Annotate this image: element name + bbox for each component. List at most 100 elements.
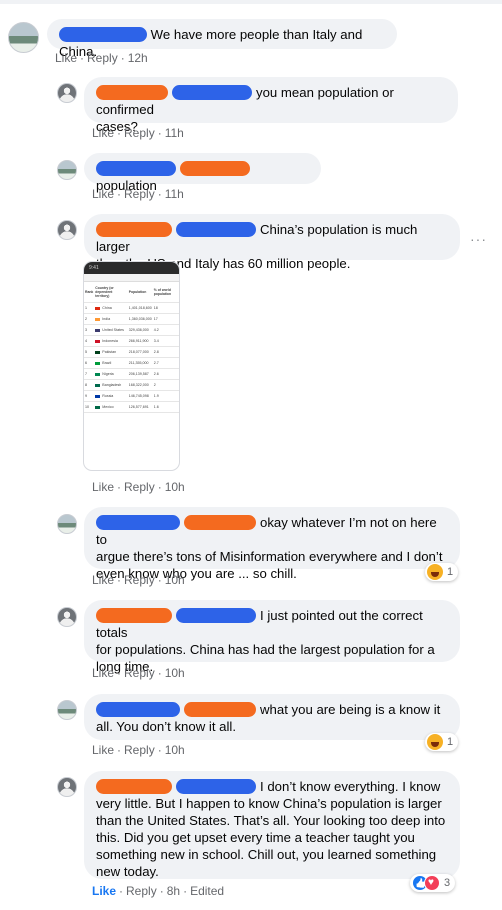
comment-actions: Like · Reply · 12h — [55, 51, 148, 65]
country-cell: Indonesia — [94, 335, 128, 347]
avatar[interactable] — [57, 607, 77, 627]
country-cell: United States — [94, 324, 128, 336]
country-name: Nigeria — [102, 372, 114, 376]
redacted-name[interactable] — [96, 702, 180, 717]
avatar[interactable] — [57, 700, 77, 720]
comment-text: I don’t know everything. I know very lit… — [96, 779, 446, 879]
comment-bubble: okay whatever I’m not on here to argue t… — [84, 507, 460, 581]
comment-actions: Like · Reply · 10h — [92, 666, 185, 680]
table-row: 4 Indonesia 266,911,900 3.4 — [84, 335, 179, 347]
like-button[interactable]: Like — [92, 884, 116, 898]
like-button[interactable]: Like — [92, 187, 114, 201]
country-cell: India — [94, 313, 128, 325]
reply-button[interactable]: Reply — [124, 743, 155, 757]
country-name: Pakistan — [102, 350, 117, 354]
redacted-name[interactable] — [176, 608, 256, 623]
population-cell: 126,577,691 — [127, 401, 153, 413]
redacted-name[interactable] — [180, 161, 250, 176]
rank-cell: 10 — [84, 401, 95, 413]
country-name: Bangladesh — [102, 383, 122, 387]
redacted-name[interactable] — [184, 515, 256, 530]
table-row: 10 Mexico 126,577,691 1.6 — [84, 401, 179, 413]
more-horizontal-icon[interactable]: ··· — [470, 231, 487, 247]
like-button[interactable]: Like — [92, 573, 114, 587]
population-table: Rank Country (or dependent territory) Po… — [84, 282, 179, 413]
timestamp[interactable]: 12h — [128, 51, 148, 65]
timestamp[interactable]: 10h — [165, 573, 185, 587]
comment-bubble: China’s population is much larger than t… — [84, 214, 460, 271]
like-button[interactable]: Like — [92, 743, 114, 757]
country-name: Russia — [102, 394, 114, 398]
haha-reaction-icon — [427, 564, 443, 580]
previous-comment-edge — [0, 0, 502, 4]
percent-cell: 2.8 — [152, 346, 179, 358]
table-header: Country (or dependent territory) — [94, 282, 128, 303]
browser-address-bar — [84, 274, 179, 282]
redacted-name[interactable] — [96, 161, 176, 176]
population-cell: 218,077,000 — [127, 346, 153, 358]
redacted-name[interactable] — [96, 222, 172, 237]
table-row: 3 United States 329,436,000 4.2 — [84, 324, 179, 336]
avatar[interactable] — [57, 83, 77, 103]
redacted-name[interactable] — [96, 608, 172, 623]
table-row: 5 Pakistan 218,077,000 2.8 — [84, 346, 179, 358]
reply-button[interactable]: Reply — [87, 51, 118, 65]
percent-cell: 2 — [152, 379, 179, 391]
timestamp[interactable]: 8h — [167, 884, 180, 898]
reply-button[interactable]: Reply — [124, 573, 155, 587]
avatar[interactable] — [57, 514, 77, 534]
like-button[interactable]: Like — [55, 51, 77, 65]
table-header: Population — [127, 282, 153, 303]
comment-actions: Like · Reply · 10h — [92, 573, 185, 587]
reply-button[interactable]: Reply — [124, 126, 155, 140]
flag-icon — [95, 317, 101, 321]
reply-button[interactable]: Reply — [124, 480, 155, 494]
avatar[interactable] — [57, 220, 77, 240]
avatar[interactable] — [57, 777, 77, 797]
redacted-name[interactable] — [172, 85, 252, 100]
redacted-name[interactable] — [96, 779, 172, 794]
comment-actions: Like · Reply · 11h — [92, 187, 184, 201]
reaction-summary[interactable]: 3 — [410, 874, 456, 892]
country-name: United States — [102, 328, 124, 332]
rank-cell: 1 — [84, 302, 95, 314]
flag-icon — [95, 394, 101, 398]
table-header: % of world population — [152, 282, 179, 303]
table-row: 7 Nigeria 206,139,587 2.6 — [84, 368, 179, 380]
timestamp[interactable]: 10h — [165, 666, 185, 680]
avatar[interactable] — [57, 160, 77, 180]
avatar[interactable] — [8, 22, 39, 53]
rank-cell: 6 — [84, 357, 95, 369]
country-name: Indonesia — [102, 339, 118, 343]
flag-icon — [95, 383, 101, 387]
percent-cell: 17 — [152, 313, 179, 325]
like-button[interactable]: Like — [92, 666, 114, 680]
country-name: India — [102, 317, 111, 321]
table-row: 1 China 1,401,018,600 18 — [84, 302, 179, 314]
timestamp[interactable]: 11h — [165, 187, 184, 201]
rank-cell: 8 — [84, 379, 95, 391]
redacted-name[interactable] — [96, 85, 168, 100]
rank-cell: 2 — [84, 313, 95, 325]
redacted-name[interactable] — [176, 779, 256, 794]
like-button[interactable]: Like — [92, 126, 114, 140]
timestamp[interactable]: 10h — [165, 743, 185, 757]
redacted-name[interactable] — [176, 222, 256, 237]
edited-label[interactable]: Edited — [190, 884, 224, 898]
timestamp[interactable]: 10h — [165, 480, 185, 494]
reaction-summary[interactable]: 1 — [425, 563, 459, 581]
redacted-name[interactable] — [96, 515, 180, 530]
like-button[interactable]: Like — [92, 480, 114, 494]
reply-button[interactable]: Reply — [126, 884, 157, 898]
timestamp[interactable]: 11h — [165, 126, 184, 140]
population-cell: 146,745,098 — [127, 390, 153, 402]
country-cell: China — [94, 302, 128, 314]
redacted-name[interactable] — [59, 27, 147, 42]
flag-icon — [95, 328, 101, 332]
reaction-summary[interactable]: 1 — [425, 733, 459, 751]
phone-status-bar: 9:41 — [84, 262, 179, 274]
reply-button[interactable]: Reply — [124, 666, 155, 680]
reply-button[interactable]: Reply — [124, 187, 155, 201]
attached-screenshot[interactable]: 9:41 Rank Country (or dependent territor… — [83, 261, 180, 471]
redacted-name[interactable] — [184, 702, 256, 717]
